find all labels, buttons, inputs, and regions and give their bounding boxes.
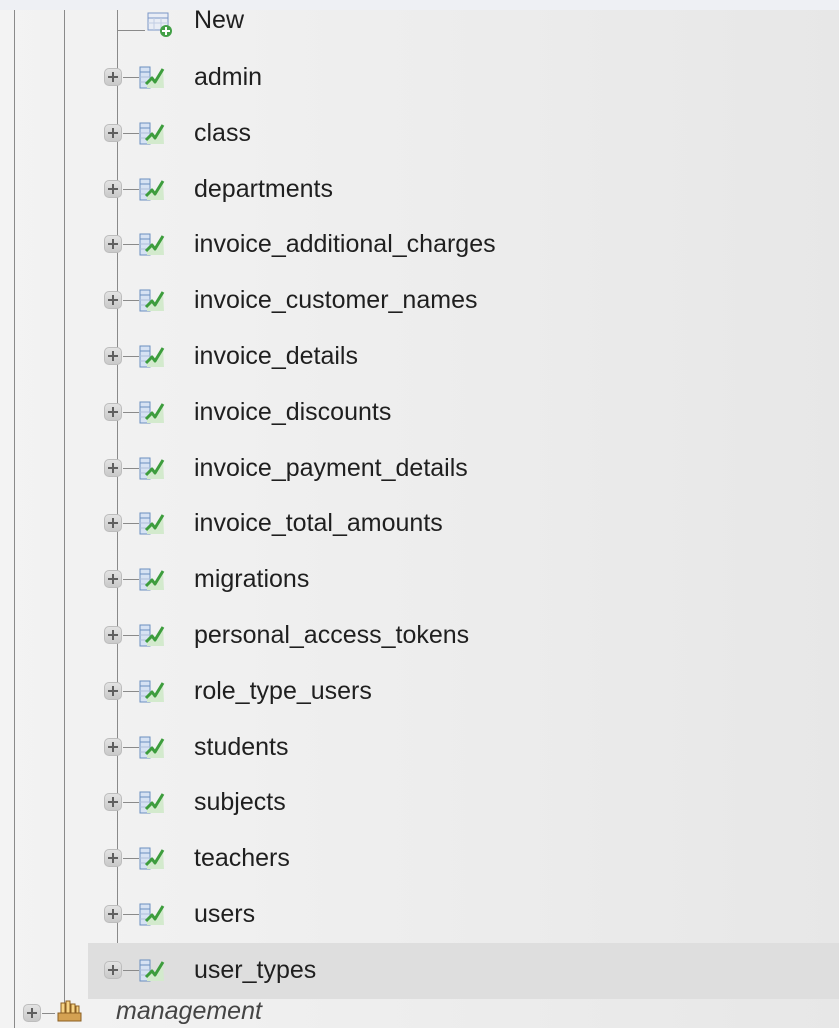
table-label[interactable]: invoice_discounts (194, 397, 391, 427)
tree-connector (42, 1013, 55, 1014)
tree-connector (123, 747, 139, 748)
table-label[interactable]: user_types (194, 955, 316, 985)
table-label[interactable]: users (194, 899, 255, 929)
table-label[interactable]: subjects (194, 787, 286, 817)
database-icon (57, 1000, 82, 1022)
table-icon[interactable] (139, 231, 165, 257)
plus-icon[interactable] (104, 403, 122, 421)
plus-icon[interactable] (23, 1004, 41, 1022)
tree-connector (123, 356, 139, 357)
table-icon[interactable] (139, 901, 165, 927)
new-table-label: New (194, 6, 245, 34)
table-label[interactable]: students (194, 732, 289, 762)
plus-icon[interactable] (104, 738, 122, 756)
table-item-migrations[interactable]: migrations (88, 552, 839, 608)
table-label[interactable]: personal_access_tokens (194, 620, 469, 650)
plus-icon[interactable] (104, 347, 122, 365)
tree-connector (123, 77, 139, 78)
table-item-users[interactable]: users (88, 887, 839, 943)
table-item-invoice-details[interactable]: invoice_details (88, 329, 839, 385)
tree-connector (123, 691, 139, 692)
table-icon[interactable] (139, 678, 165, 704)
tree-connector (123, 412, 139, 413)
table-item-invoice-discounts[interactable]: invoice_discounts (88, 385, 839, 441)
table-icon[interactable] (139, 120, 165, 146)
tree-connector (123, 133, 139, 134)
table-item-admin[interactable]: admin (88, 50, 839, 106)
tree-connector (123, 468, 139, 469)
table-label[interactable]: migrations (194, 564, 309, 594)
table-item-user-types[interactable]: user_types (88, 943, 839, 999)
table-label[interactable]: teachers (194, 843, 290, 873)
plus-icon[interactable] (104, 291, 122, 309)
table-icon[interactable] (139, 957, 165, 983)
table-icon[interactable] (139, 566, 165, 592)
plus-icon[interactable] (104, 68, 122, 86)
table-icon[interactable] (139, 510, 165, 536)
tree-connector (123, 579, 139, 580)
database-label: management (116, 997, 262, 1025)
table-label[interactable]: invoice_total_amounts (194, 508, 443, 538)
new-table-icon (147, 12, 172, 37)
table-label[interactable]: invoice_payment_details (194, 453, 468, 483)
top-edge (0, 0, 839, 10)
tree-connector (123, 858, 139, 859)
plus-icon[interactable] (104, 793, 122, 811)
plus-icon[interactable] (104, 180, 122, 198)
plus-icon[interactable] (104, 961, 122, 979)
table-item-departments[interactable]: departments (88, 162, 839, 218)
table-item-subjects[interactable]: subjects (88, 775, 839, 831)
plus-icon[interactable] (104, 905, 122, 923)
table-label[interactable]: invoice_customer_names (194, 285, 477, 315)
new-item-connector (117, 30, 145, 31)
table-item-role-type-users[interactable]: role_type_users (88, 664, 839, 720)
plus-icon[interactable] (104, 514, 122, 532)
table-item-personal-access-tokens[interactable]: personal_access_tokens (88, 608, 839, 664)
table-label[interactable]: invoice_additional_charges (194, 229, 496, 259)
table-icon[interactable] (139, 789, 165, 815)
new-table-link[interactable]: New (146, 5, 306, 39)
table-icon[interactable] (139, 343, 165, 369)
table-icon[interactable] (139, 845, 165, 871)
table-label[interactable]: role_type_users (194, 676, 372, 706)
tree-connector (123, 970, 139, 971)
table-item-invoice-customer-names[interactable]: invoice_customer_names (88, 273, 839, 329)
plus-icon[interactable] (104, 570, 122, 588)
table-label[interactable]: admin (194, 62, 262, 92)
table-item-teachers[interactable]: teachers (88, 831, 839, 887)
plus-icon[interactable] (104, 235, 122, 253)
table-label[interactable]: class (194, 118, 251, 148)
plus-icon[interactable] (104, 626, 122, 644)
table-icon[interactable] (139, 622, 165, 648)
table-item-invoice-total-amounts[interactable]: invoice_total_amounts (88, 496, 839, 552)
table-icon[interactable] (139, 455, 165, 481)
plus-icon[interactable] (104, 459, 122, 477)
table-icon[interactable] (139, 399, 165, 425)
tree-connector (123, 244, 139, 245)
plus-icon[interactable] (104, 682, 122, 700)
table-icon[interactable] (139, 64, 165, 90)
tree-connector (123, 635, 139, 636)
tree-connector (123, 523, 139, 524)
database-item-management[interactable]: management (0, 992, 839, 1028)
table-icon[interactable] (139, 287, 165, 313)
table-label[interactable]: departments (194, 174, 333, 204)
tree-connector (123, 189, 139, 190)
plus-icon[interactable] (104, 124, 122, 142)
tree-rail-database (64, 10, 65, 1003)
plus-icon[interactable] (104, 849, 122, 867)
tree-connector (123, 802, 139, 803)
tree-connector (123, 914, 139, 915)
table-icon[interactable] (139, 176, 165, 202)
table-label[interactable]: invoice_details (194, 341, 358, 371)
tree-rail-root (14, 10, 15, 1028)
table-item-students[interactable]: students (88, 720, 839, 776)
table-icon[interactable] (139, 734, 165, 760)
table-item-class[interactable]: class (88, 106, 839, 162)
tree-connector (123, 300, 139, 301)
table-item-invoice-additional-charges[interactable]: invoice_additional_charges (88, 217, 839, 273)
table-item-invoice-payment-details[interactable]: invoice_payment_details (88, 441, 839, 497)
